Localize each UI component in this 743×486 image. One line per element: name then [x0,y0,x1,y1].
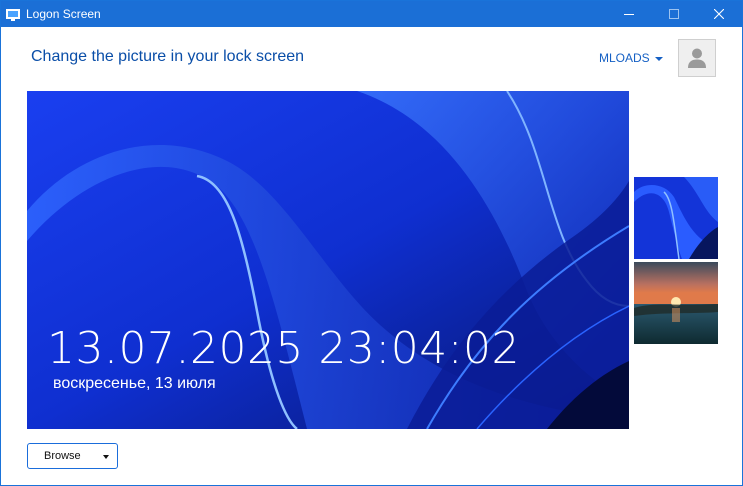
window-title: Logon Screen [26,7,101,21]
close-icon [714,9,724,19]
lock-screen-time: 13.07.2025 23:04:02 [47,323,521,374]
monitor-icon [6,6,20,21]
wallpaper-thumbnail-blue[interactable] [634,177,718,259]
avatar[interactable] [678,39,716,77]
chevron-down-icon [654,56,663,61]
user-icon [688,48,706,68]
chevron-down-icon[interactable] [103,455,109,459]
user-menu-dropdown[interactable]: MLOADS [599,51,663,65]
browse-button[interactable]: Browse [27,443,118,469]
minimize-icon [624,14,634,15]
page-heading: Change the picture in your lock screen [31,48,305,65]
close-button[interactable] [696,1,742,27]
logon-screen-window: Logon Screen Change the picture in your … [0,0,743,486]
sunset-lake-thumbnail-image [634,262,718,344]
browse-button-label: Browse [44,450,81,462]
lock-screen-date: воскресенье, 13 июля [53,375,216,392]
title-bar[interactable]: Logon Screen [1,1,742,27]
maximize-button[interactable] [651,1,697,27]
minimize-button[interactable] [606,1,652,27]
user-name: MLOADS [599,51,650,65]
maximize-icon [669,9,679,19]
blue-bloom-thumbnail-image [634,177,718,259]
wallpaper-thumbnail-sunset[interactable] [634,262,718,344]
